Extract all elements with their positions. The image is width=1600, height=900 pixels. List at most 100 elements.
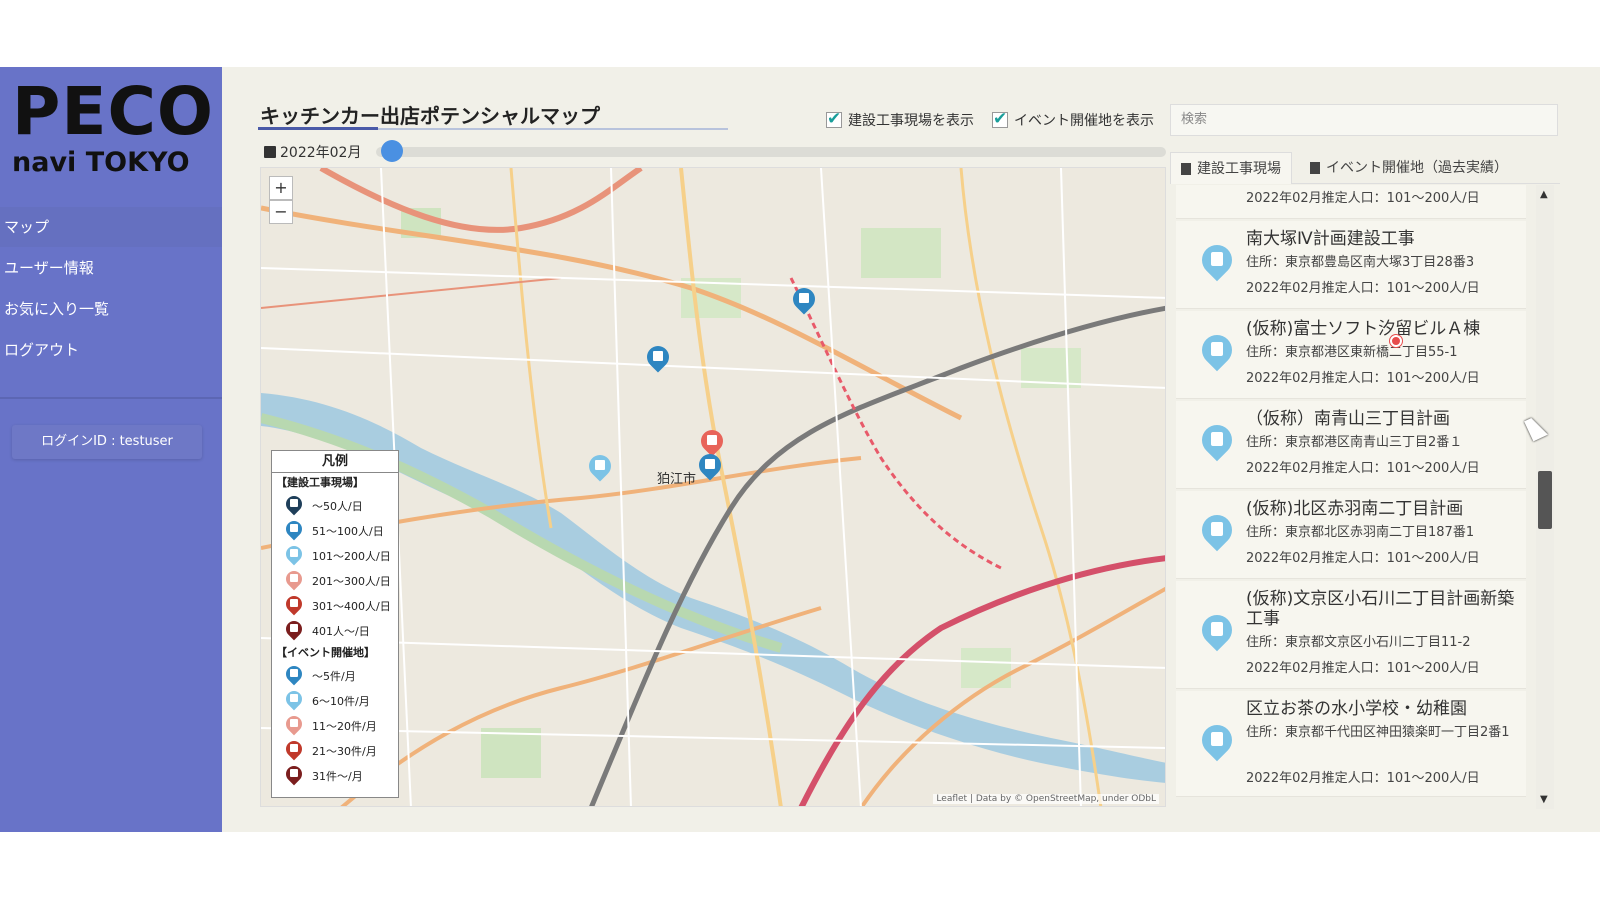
zoom-out-button[interactable]: − xyxy=(269,200,293,224)
marker-icon xyxy=(282,517,306,541)
marker-inner xyxy=(290,768,298,777)
list-item[interactable]: (仮称)文京区小石川二丁目計画新築工事 住所：東京都文京区小石川二丁目11-2 … xyxy=(1176,581,1526,689)
calendar-icon xyxy=(264,146,276,158)
show-construction-label: 建設工事現場を表示 xyxy=(848,113,974,129)
list-item[interactable]: 南大塚Ⅳ計画建設工事 住所：東京都豊島区南大塚3丁目28番3 2022年02月推… xyxy=(1176,221,1526,309)
marker-icon xyxy=(282,542,306,566)
marker-icon xyxy=(282,762,306,786)
list-item-population: 2022年02月推定人口：101〜200人/日 xyxy=(1246,551,1480,566)
legend-item: 101〜200人/日 xyxy=(272,542,398,568)
marker-icon xyxy=(282,492,306,516)
checkbox-checked-icon[interactable] xyxy=(826,109,842,129)
tab-construction[interactable]: 建設工事現場 xyxy=(1170,152,1292,184)
location-pin-inner xyxy=(1211,732,1223,746)
list-item-population: 2022年02月推定人口：101〜200人/日 xyxy=(1246,461,1480,476)
list-item-name: 区立お茶の水小学校・幼稚園 xyxy=(1246,699,1467,719)
location-pin-icon xyxy=(1195,418,1239,463)
sidebar-item-user-info[interactable]: ユーザー情報 xyxy=(0,248,222,288)
zoom-in-button[interactable]: + xyxy=(269,176,293,200)
legend-label: 〜50人/日 xyxy=(312,499,363,513)
list-tabs: 建設工事現場 イベント開催地（過去実績） xyxy=(1170,152,1560,184)
map-view[interactable]: 狛江市 + − Leaflet | Data by © OpenStreetMa… xyxy=(260,167,1166,807)
date-label: 2022年02月 xyxy=(264,142,361,162)
legend-item: 401人〜/日 xyxy=(272,617,398,643)
marker-inner xyxy=(290,623,298,632)
search-input[interactable]: 検索 xyxy=(1170,104,1558,136)
site-list[interactable]: 2022年02月推定人口：101〜200人/日 南大塚Ⅳ計画建設工事 住所：東京… xyxy=(1170,185,1532,809)
location-pin-icon xyxy=(1195,328,1239,373)
location-pin-inner xyxy=(1211,342,1223,356)
map-legend: 凡例 【建設工事現場】 〜50人/日 51〜100人/日 101〜200人/日 … xyxy=(271,450,399,798)
legend-label: 101〜200人/日 xyxy=(312,549,391,563)
legend-label: 201〜300人/日 xyxy=(312,574,391,588)
list-item-address: 住所：東京都港区東新橋二丁目55-1 xyxy=(1246,345,1458,360)
tab-event-label: イベント開催地（過去実績） xyxy=(1326,160,1508,176)
map-attribution[interactable]: Leaflet | Data by © OpenStreetMap, under… xyxy=(933,794,1159,804)
legend-item: 51〜100人/日 xyxy=(272,517,398,543)
scroll-down-icon[interactable]: ▼ xyxy=(1540,794,1548,805)
legend-item: 31件〜/月 xyxy=(272,762,398,788)
list-item-name: (仮称)富士ソフト汐留ビルＡ棟 xyxy=(1246,319,1481,339)
legend-item: 301〜400人/日 xyxy=(272,592,398,618)
marker-icon xyxy=(282,617,306,641)
location-pin-inner xyxy=(1211,432,1223,446)
marker-inner xyxy=(290,548,298,557)
location-pin-icon xyxy=(1195,718,1239,763)
construction-marker[interactable] xyxy=(584,450,616,483)
show-event-label: イベント開催地を表示 xyxy=(1014,113,1154,129)
show-construction-checkbox[interactable]: 建設工事現場を表示 xyxy=(826,109,974,131)
sidebar-item-favorites[interactable]: お気に入り一覧 xyxy=(0,289,222,329)
list-item-name: 南大塚Ⅳ計画建設工事 xyxy=(1246,229,1415,249)
page-title: キッチンカー出店ポテンシャルマップ xyxy=(260,104,600,128)
list-item-name: (仮称)文京区小石川二丁目計画新築工事 xyxy=(1246,589,1515,629)
scroll-up-icon[interactable]: ▲ xyxy=(1540,189,1548,200)
list-item[interactable]: 区立お茶の水小学校・幼稚園 住所：東京都千代田区神田猿楽町一丁目2番1 2022… xyxy=(1176,691,1526,797)
sidebar: PECO navi TOKYO マップ ユーザー情報 お気に入り一覧 ログアウト… xyxy=(0,67,222,832)
construction-marker[interactable] xyxy=(788,283,820,316)
list-item[interactable]: (仮称)北区赤羽南二丁目計画 住所：東京都北区赤羽南二丁目187番1 2022年… xyxy=(1176,491,1526,579)
title-underline-accent xyxy=(258,127,378,130)
construction-marker[interactable] xyxy=(642,341,674,374)
list-item-address: 住所：東京都豊島区南大塚3丁目28番3 xyxy=(1246,255,1475,270)
construction-marker[interactable] xyxy=(694,449,726,482)
search-placeholder: 検索 xyxy=(1181,112,1208,127)
marker-inner xyxy=(290,523,298,532)
login-id-badge: ログインID : testuser xyxy=(12,425,202,459)
list-item[interactable]: 2022年02月推定人口：101〜200人/日 xyxy=(1176,185,1526,219)
map-town-label: 狛江市 xyxy=(657,472,697,487)
marker-inner xyxy=(290,668,298,677)
location-pin-inner xyxy=(1211,252,1223,266)
date-value: 2022年02月 xyxy=(280,145,362,161)
sidebar-item-map[interactable]: マップ xyxy=(0,207,222,247)
logo-subtitle: navi TOKYO xyxy=(12,147,190,178)
marker-inner xyxy=(290,743,298,752)
date-slider-thumb[interactable] xyxy=(381,140,403,162)
marker-icon xyxy=(282,737,306,761)
marker-icon xyxy=(282,662,306,686)
legend-item: 6〜10件/月 xyxy=(272,687,398,713)
list-scrollbar[interactable]: ▲ ▼ xyxy=(1536,185,1554,809)
list-item[interactable]: (仮称)富士ソフト汐留ビルＡ棟 住所：東京都港区東新橋二丁目55-1 2022年… xyxy=(1176,311,1526,399)
legend-label: 〜5件/月 xyxy=(312,669,356,683)
list-item-population: 2022年02月推定人口：101〜200人/日 xyxy=(1246,661,1480,676)
list-item[interactable]: （仮称）南青山三丁目計画 住所：東京都港区南青山三丁目2番１ 2022年02月推… xyxy=(1176,401,1526,489)
date-slider-track[interactable] xyxy=(376,147,1166,157)
legend-label: 51〜100人/日 xyxy=(312,524,384,538)
checkbox-checked-icon[interactable] xyxy=(992,109,1008,129)
tab-construction-label: 建設工事現場 xyxy=(1197,160,1281,177)
legend-item: 〜50人/日 xyxy=(272,492,398,518)
list-item-address: 住所：東京都文京区小石川二丁目11-2 xyxy=(1246,635,1471,650)
legend-title: 凡例 xyxy=(272,451,398,473)
location-pin-icon xyxy=(1195,508,1239,553)
legend-item: 〜5件/月 xyxy=(272,662,398,688)
legend-label: 31件〜/月 xyxy=(312,769,363,783)
list-item-name: (仮称)北区赤羽南二丁目計画 xyxy=(1246,499,1464,519)
marker-inner xyxy=(290,693,298,702)
sidebar-item-logout[interactable]: ログアウト xyxy=(0,330,222,370)
legend-construction-heading: 【建設工事現場】 xyxy=(276,476,364,489)
tab-event[interactable]: イベント開催地（過去実績） xyxy=(1300,152,1518,184)
scrollbar-thumb[interactable] xyxy=(1538,471,1552,529)
show-event-checkbox[interactable]: イベント開催地を表示 xyxy=(992,109,1154,131)
legend-label: 6〜10件/月 xyxy=(312,694,370,708)
legend-item: 201〜300人/日 xyxy=(272,567,398,593)
